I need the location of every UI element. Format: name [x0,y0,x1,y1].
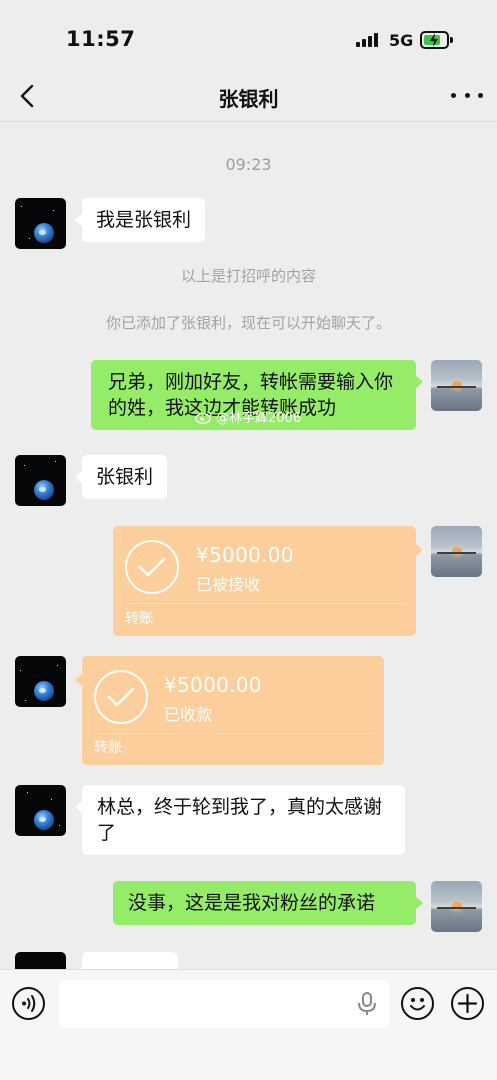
system-note: 以上是打招呼的内容 [180,267,316,285]
input-bar [0,969,497,1080]
watermark-text: @林宇辉2006 [216,411,302,426]
voice-icon[interactable] [12,987,45,1020]
mic-icon[interactable] [356,992,378,1016]
transfer-amount: ¥5000.00 [196,543,294,567]
weibo-icon [195,410,212,424]
my-avatar[interactable] [431,360,482,411]
transfer-divider [94,733,372,734]
transfer-label: 转账 [94,740,122,756]
message-bubble-incoming[interactable]: 我是张银利 [74,198,206,242]
nav-bar: 张银利 [0,72,497,122]
emoji-icon[interactable] [401,987,434,1020]
contact-avatar[interactable] [15,198,66,249]
message-timestamp: 09:23 [225,155,272,174]
transfer-amount: ¥5000.00 [164,673,262,697]
system-note: 你已添加了张银利，现在可以开始聊天了。 [105,314,391,332]
network-type: 5G [389,31,414,50]
contact-avatar[interactable] [15,656,66,707]
transfer-card-received[interactable]: ¥5000.00 已收款 转账 [75,656,384,765]
status-time: 11:57 [66,27,136,51]
check-icon [94,670,148,724]
check-icon [125,540,179,594]
chat-area[interactable]: 09:23 我是张银利 以上是打招呼的内容 你已添加了张银利，现在可以开始聊天了… [0,123,497,969]
transfer-card-sent[interactable]: ¥5000.00 已被接收 转账 [113,526,423,636]
transfer-divider [125,603,404,604]
battery-icon [420,31,453,49]
transfer-status: 已收款 [164,705,213,724]
watermark: @林宇辉2006 [195,407,301,426]
contact-avatar[interactable] [15,785,66,836]
chat-title: 张银利 [218,87,279,111]
transfer-label: 转账 [125,611,153,627]
my-avatar[interactable] [431,881,482,932]
message-bubble-incoming[interactable]: 张银利 [74,455,168,499]
message-bubble-outgoing[interactable]: 没事，这是是我对粉丝的承诺 [113,881,423,925]
add-icon[interactable] [451,987,484,1020]
message-bubble-incoming[interactable] [75,952,178,969]
message-bubble-incoming[interactable]: 林总，终于轮到我了，真的太感谢了 [75,785,405,855]
status-bar: 11:57 5G [0,0,497,72]
more-icon[interactable] [451,82,483,108]
transfer-status: 已被接收 [196,575,261,594]
signal-icon [356,33,380,47]
contact-avatar[interactable] [15,952,66,969]
my-avatar[interactable] [431,526,482,577]
message-input[interactable] [59,980,390,1028]
contact-avatar[interactable] [15,455,66,506]
